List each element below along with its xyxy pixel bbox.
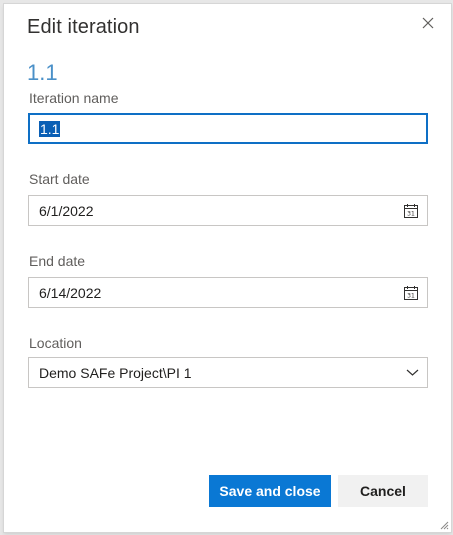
save-and-close-button[interactable]: Save and close [209, 475, 331, 507]
iteration-name-value: 1.1 [39, 121, 61, 137]
start-date-value: 6/1/2022 [39, 203, 94, 219]
close-button[interactable] [419, 14, 437, 32]
end-date-value: 6/14/2022 [39, 285, 102, 301]
calendar-icon[interactable]: 31 [404, 286, 418, 300]
dialog-title: Edit iteration [27, 16, 140, 38]
cancel-button[interactable]: Cancel [338, 475, 428, 507]
start-date-label: Start date [29, 171, 90, 187]
iteration-name-label: Iteration name [29, 90, 119, 106]
location-value: Demo SAFe Project\PI 1 [39, 365, 192, 381]
iteration-name-input[interactable]: 1.1 [28, 113, 428, 144]
svg-text:31: 31 [407, 211, 415, 218]
location-label: Location [29, 335, 82, 351]
calendar-icon[interactable]: 31 [404, 204, 418, 218]
end-date-field[interactable]: 6/14/2022 31 [28, 277, 428, 308]
resize-grip-icon[interactable] [439, 520, 449, 530]
edit-iteration-dialog: Edit iteration 1.1 Iteration name 1.1 St… [4, 4, 451, 532]
svg-text:31: 31 [407, 293, 415, 300]
end-date-label: End date [29, 253, 86, 269]
chevron-down-icon [406, 369, 419, 376]
close-icon [422, 17, 434, 29]
iteration-subtitle: 1.1 [27, 60, 58, 85]
location-dropdown[interactable]: Demo SAFe Project\PI 1 [28, 357, 428, 388]
start-date-field[interactable]: 6/1/2022 31 [28, 195, 428, 226]
